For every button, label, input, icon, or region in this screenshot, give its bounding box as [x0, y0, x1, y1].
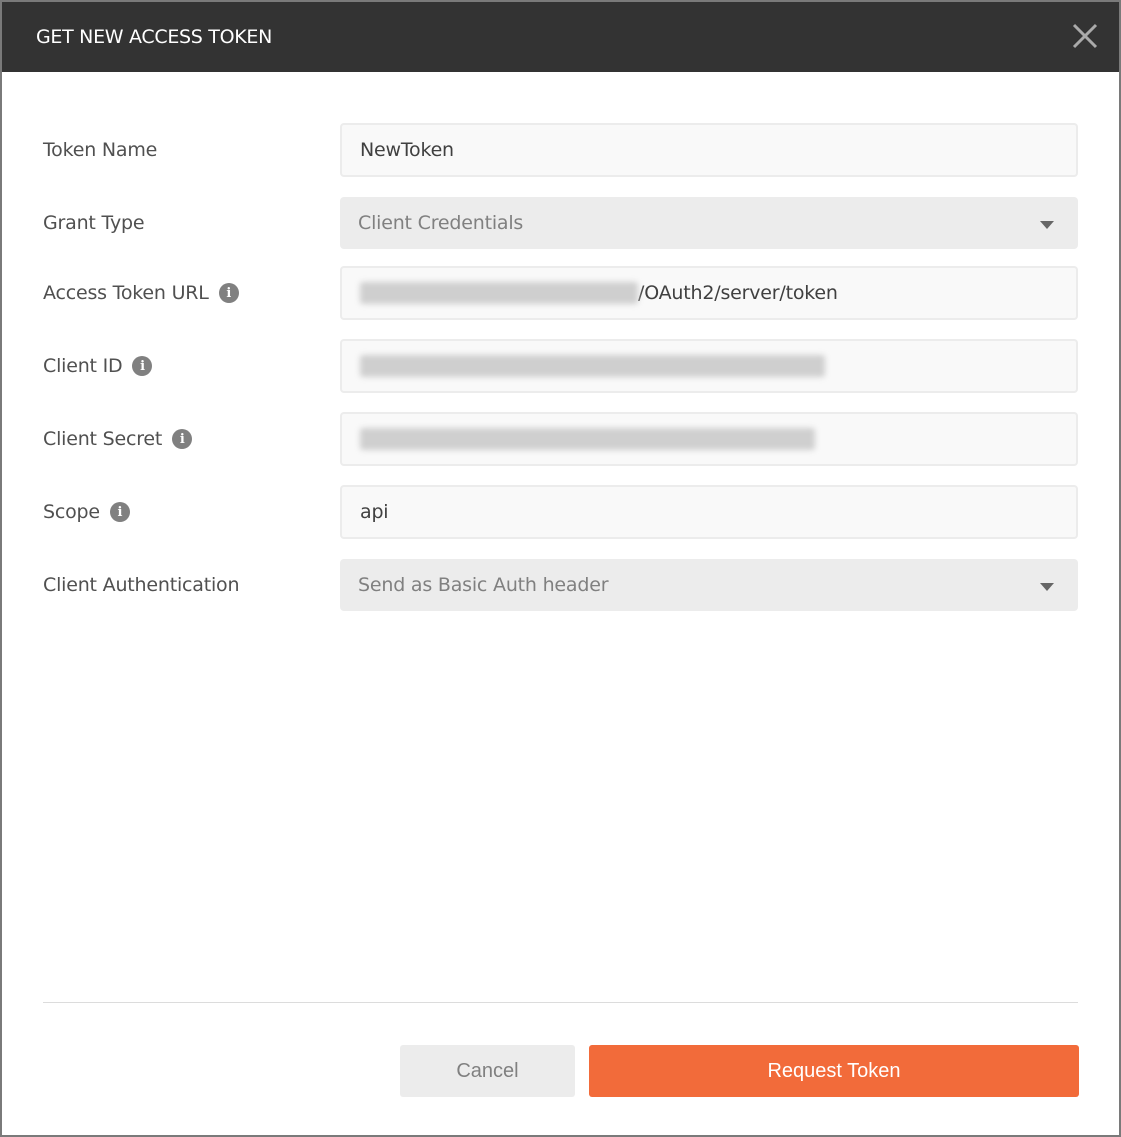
dialog-header: GET NEW ACCESS TOKEN	[2, 2, 1119, 72]
chevron-down-icon	[1040, 583, 1054, 591]
info-icon[interactable]: i	[109, 502, 130, 522]
client-authentication-select[interactable]: Send as Basic Auth header	[340, 559, 1078, 611]
token-name-row: Token Name NewToken	[43, 123, 1078, 177]
token-name-label: Token Name	[43, 139, 158, 161]
client-secret-label: Client Secret	[43, 428, 163, 450]
request-token-button[interactable]: Request Token	[589, 1045, 1079, 1097]
grant-type-select[interactable]: Client Credentials	[340, 197, 1078, 249]
client-id-label-wrap: Client ID i	[43, 355, 340, 377]
access-token-url-input[interactable]: /OAuth2/server/token	[340, 266, 1078, 320]
scope-row: Scope i api	[43, 485, 1078, 539]
cancel-button[interactable]: Cancel	[400, 1045, 575, 1097]
grant-type-row: Grant Type Client Credentials	[43, 196, 1078, 250]
client-id-label: Client ID	[43, 355, 123, 377]
client-authentication-row: Client Authentication Send as Basic Auth…	[43, 558, 1078, 612]
info-icon[interactable]: i	[172, 429, 193, 449]
client-secret-input[interactable]	[340, 412, 1078, 466]
scope-label: Scope	[43, 501, 100, 523]
scope-label-wrap: Scope i	[43, 501, 340, 523]
access-token-url-label: Access Token URL	[43, 282, 209, 304]
redacted-text	[360, 428, 815, 450]
client-id-row: Client ID i	[43, 339, 1078, 393]
access-token-url-row: Access Token URL i /OAuth2/server/token	[43, 266, 1078, 320]
chevron-down-icon	[1040, 221, 1054, 229]
dialog-title: GET NEW ACCESS TOKEN	[36, 26, 273, 48]
grant-type-label: Grant Type	[43, 212, 145, 234]
client-authentication-label: Client Authentication	[43, 574, 240, 596]
client-authentication-value: Send as Basic Auth header	[358, 574, 609, 596]
client-secret-row: Client Secret i	[43, 412, 1078, 466]
redacted-text	[360, 282, 638, 304]
token-name-input[interactable]: NewToken	[340, 123, 1078, 177]
grant-type-value: Client Credentials	[358, 212, 524, 234]
close-icon[interactable]	[1071, 22, 1099, 50]
info-icon[interactable]: i	[132, 356, 153, 376]
access-token-url-label-wrap: Access Token URL i	[43, 282, 340, 304]
scope-input[interactable]: api	[340, 485, 1078, 539]
get-new-access-token-dialog: GET NEW ACCESS TOKEN Token Name NewToken…	[0, 0, 1121, 1137]
client-secret-label-wrap: Client Secret i	[43, 428, 340, 450]
access-token-url-suffix: /OAuth2/server/token	[638, 282, 838, 304]
footer-divider	[43, 1002, 1078, 1003]
redacted-text	[360, 355, 825, 377]
client-id-input[interactable]	[340, 339, 1078, 393]
info-icon[interactable]: i	[218, 283, 239, 303]
